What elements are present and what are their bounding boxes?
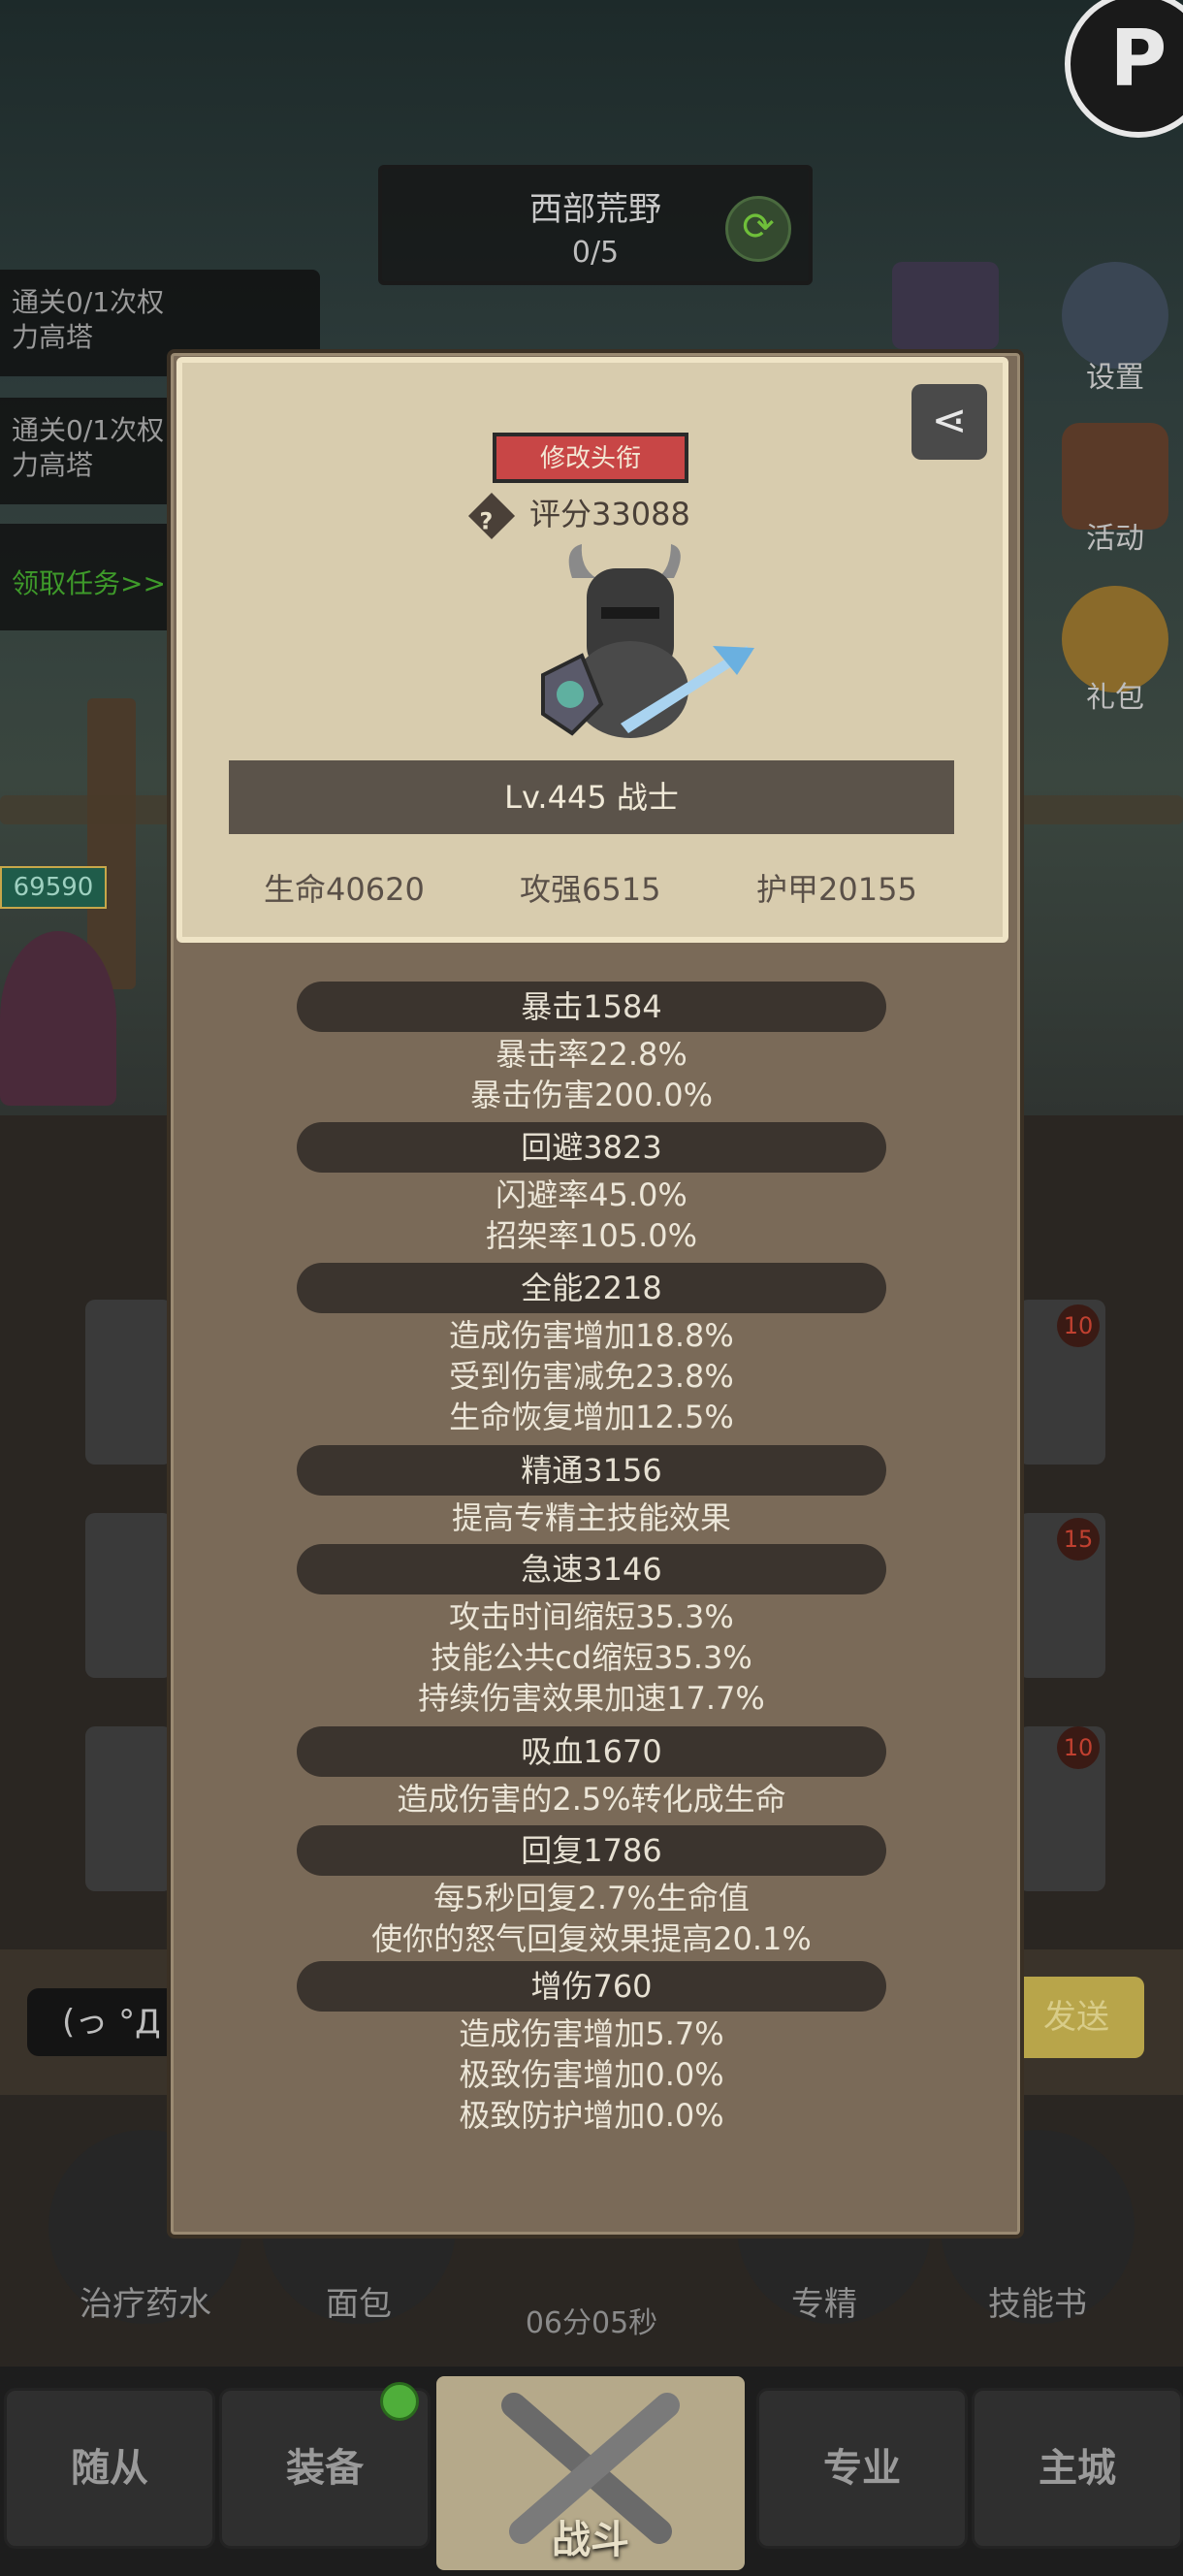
zone-info[interactable]: 西部荒野 0/5 ⟳ xyxy=(378,165,813,285)
follower-avatar[interactable] xyxy=(0,931,116,1106)
stat-header-recovery: 回复1786 xyxy=(297,1825,886,1876)
warrior-avatar xyxy=(541,544,754,738)
claim-quest-link[interactable]: 领取任务>> xyxy=(0,524,194,630)
stat-detail: 暴击伤害200.0% xyxy=(469,1077,714,1113)
nav-battle-label: 战斗 xyxy=(552,2518,629,2562)
stat-detail: 极致防护增加0.0% xyxy=(459,2097,724,2134)
stat-attack: 攻强6515 xyxy=(520,871,661,908)
stat-detail: 持续伤害效果加速17.7% xyxy=(418,1680,765,1717)
notification-dot xyxy=(380,2382,419,2421)
stat-detail: 招架率105.0% xyxy=(485,1217,698,1254)
stat-header-mastery: 精通3156 xyxy=(297,1445,886,1496)
stat-header-damage-bonus: 增伤760 xyxy=(297,1961,886,2012)
fence-post xyxy=(87,698,136,989)
idle-timer: 06分05秒 xyxy=(525,2306,658,2340)
stat-detail: 技能公共cd缩短35.3% xyxy=(431,1639,752,1676)
gifts-label: 礼包 xyxy=(1086,681,1144,715)
slot-level-badge: 10 xyxy=(1057,1726,1100,1769)
events-label: 活动 xyxy=(1086,522,1144,556)
stat-header-crit: 暴击1584 xyxy=(297,982,886,1032)
send-button[interactable]: 发送 xyxy=(1008,1977,1144,2058)
refresh-icon[interactable]: ⟳ xyxy=(725,196,791,262)
potion-label: 治疗药水 xyxy=(80,2285,211,2324)
equipment-slot[interactable] xyxy=(85,1513,173,1678)
share-icon[interactable]: ⋖ xyxy=(911,384,987,460)
bread-label: 面包 xyxy=(326,2285,392,2324)
stat-header-haste: 急速3146 xyxy=(297,1544,886,1594)
tower-icon[interactable] xyxy=(892,262,999,349)
stat-detail: 造成伤害增加5.7% xyxy=(459,2015,724,2052)
slot-level-badge: 15 xyxy=(1057,1518,1100,1561)
mastery-label: 专精 xyxy=(791,2285,857,2324)
score-value: 评分33088 xyxy=(529,496,690,532)
equipment-slot[interactable] xyxy=(85,1300,173,1465)
equipment-slot[interactable] xyxy=(85,1726,173,1891)
skillbook-label: 技能书 xyxy=(988,2285,1087,2324)
hero-hp-tag: 69590 xyxy=(0,866,107,909)
nav-main-city[interactable]: 主城 xyxy=(972,2388,1183,2549)
stat-detail: 每5秒回复2.7%生命值 xyxy=(433,1880,750,1916)
stat-detail: 暴击率22.8% xyxy=(496,1036,687,1073)
stat-armor: 护甲20155 xyxy=(756,871,917,908)
quest-text: 通关0/1次权 xyxy=(12,286,165,318)
nav-followers[interactable]: 随从 xyxy=(4,2388,215,2549)
stat-detail: 闪避率45.0% xyxy=(496,1176,687,1213)
nav-profession[interactable]: 专业 xyxy=(756,2388,968,2549)
stat-hp: 生命40620 xyxy=(264,871,425,908)
settings-label: 设置 xyxy=(1086,361,1144,395)
level-class: Lv.445 战士 xyxy=(229,760,954,834)
stat-detail: 提高专精主技能效果 xyxy=(451,1499,731,1536)
help-icon[interactable]: ? xyxy=(467,492,516,540)
stat-detail: 造成伤害增加18.8% xyxy=(449,1317,734,1354)
stat-detail: 攻击时间缩短35.3% xyxy=(449,1598,734,1635)
stat-detail: 使你的怒气回复效果提高20.1% xyxy=(371,1920,812,1957)
stat-detail: 造成伤害的2.5%转化成生命 xyxy=(397,1781,786,1818)
stat-header-avoidance: 回避3823 xyxy=(297,1122,886,1173)
gifts-button[interactable]: 礼包 xyxy=(1057,586,1173,716)
stat-header-lifesteal: 吸血1670 xyxy=(297,1726,886,1777)
events-button[interactable]: 活动 xyxy=(1057,423,1173,557)
stat-detail: 极致伤害增加0.0% xyxy=(459,2056,724,2093)
slot-level-badge: 10 xyxy=(1057,1304,1100,1347)
score-row: ? 评分33088 xyxy=(467,492,690,540)
stat-header-versatility: 全能2218 xyxy=(297,1263,886,1313)
stat-detail: 受到伤害减免23.8% xyxy=(449,1358,734,1395)
settings-button[interactable]: 设置 xyxy=(1057,262,1173,396)
edit-title-button[interactable]: 修改头衔 xyxy=(493,433,688,483)
stat-detail: 生命恢复增加12.5% xyxy=(449,1399,734,1435)
